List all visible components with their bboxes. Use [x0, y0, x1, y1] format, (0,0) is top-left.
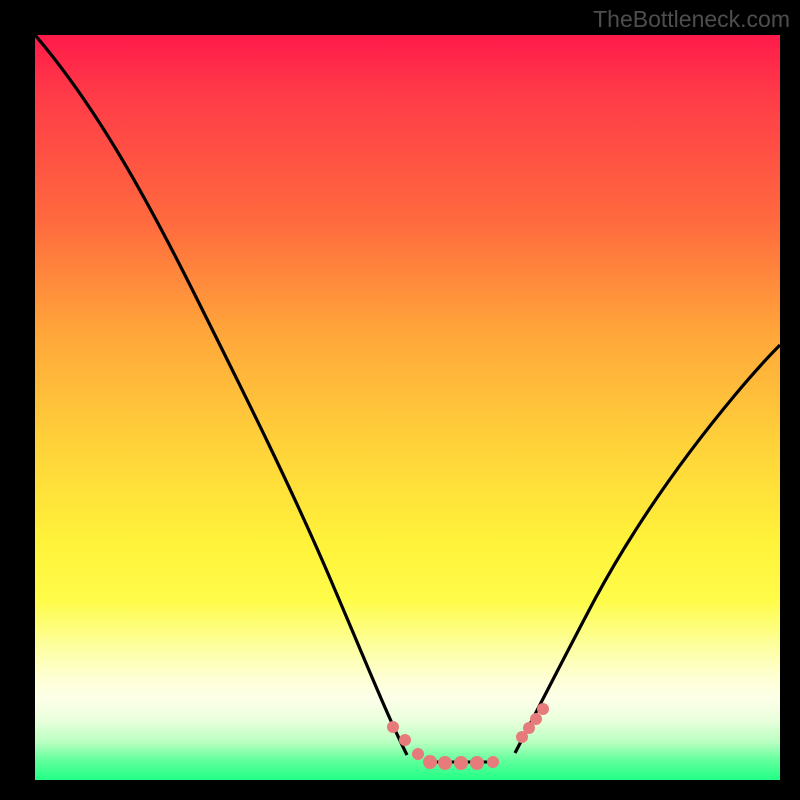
marker-dot: [399, 734, 411, 746]
marker-dot: [530, 713, 542, 725]
marker-dot: [487, 756, 499, 768]
left-curve: [35, 35, 407, 755]
marker-dot: [423, 755, 437, 769]
plot-area: [35, 35, 780, 780]
marker-group: [387, 703, 549, 770]
marker-dot: [454, 756, 468, 770]
chart-frame: TheBottleneck.com: [0, 0, 800, 800]
marker-dot: [387, 721, 399, 733]
marker-dot: [412, 748, 424, 760]
marker-dot: [537, 703, 549, 715]
marker-dot: [470, 756, 484, 770]
watermark-label: TheBottleneck.com: [593, 6, 790, 33]
right-curve: [515, 345, 780, 753]
marker-dot: [438, 756, 452, 770]
curve-layer: [35, 35, 780, 780]
